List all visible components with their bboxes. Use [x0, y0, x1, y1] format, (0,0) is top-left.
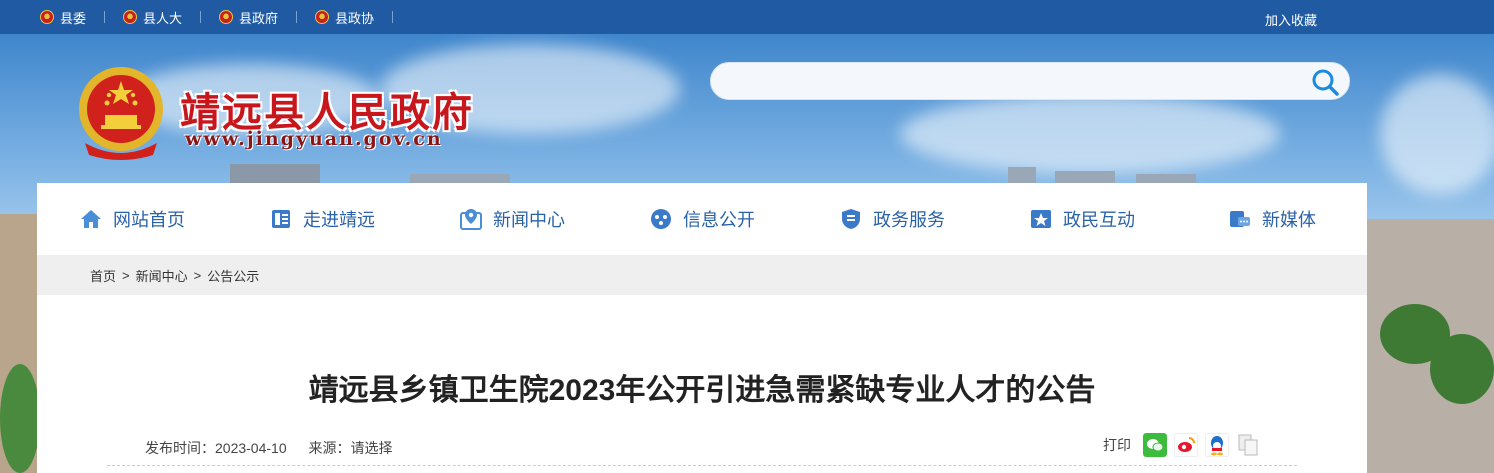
share-bar: 打印	[1103, 433, 1267, 457]
emblem-icon	[315, 10, 330, 24]
info-dots-icon	[651, 209, 671, 229]
top-bar: 县委 县人大 县政府 县政协 加入收藏	[0, 0, 1494, 34]
nav-item-new-media[interactable]: 新媒体	[1177, 183, 1367, 255]
wechat-icon[interactable]	[1143, 433, 1167, 457]
publish-time: 发布时间：2023-04-10	[145, 440, 287, 456]
divider	[104, 11, 106, 23]
search-box	[710, 62, 1350, 100]
breadcrumb-notices[interactable]: 公告公示	[207, 266, 259, 285]
qq-icon[interactable]	[1205, 433, 1229, 457]
breadcrumb: 首页 > 新闻中心 > 公告公示	[37, 255, 1367, 295]
article-source: 来源：请选择	[308, 440, 393, 456]
national-emblem-logo	[79, 67, 163, 160]
divider	[107, 465, 1297, 466]
breadcrumb-separator: >	[193, 267, 202, 283]
media-chat-icon	[1230, 211, 1250, 227]
breadcrumb-separator: >	[122, 267, 130, 283]
divider	[200, 11, 202, 23]
print-link[interactable]: 打印	[1103, 435, 1131, 455]
search-icon[interactable]	[1309, 66, 1341, 98]
add-favorite-link[interactable]: 加入收藏	[1265, 10, 1317, 29]
main-panel: 网站首页 走进靖远 新闻中心 信息公开 政务服务 政民互动 新媒体 首页 > 新…	[37, 183, 1367, 473]
article-title: 靖远县乡镇卫生院2023年公开引进急需紧缺专业人才的公告	[308, 374, 1096, 407]
copy-icon[interactable]	[1236, 433, 1260, 457]
top-links: 县委 县人大 县政府 县政协	[40, 0, 411, 34]
home-icon	[81, 210, 101, 228]
nav-item-interaction[interactable]: 政民互动	[987, 183, 1177, 255]
tree	[0, 364, 40, 473]
nav-item-about[interactable]: 走进靖远	[227, 183, 417, 255]
emblem-icon	[123, 10, 138, 24]
search-input[interactable]	[727, 69, 1307, 95]
article-meta: 发布时间：2023-04-10 来源：请选择	[145, 438, 411, 458]
nav-item-home[interactable]: 网站首页	[37, 183, 227, 255]
map-pin-icon	[460, 209, 482, 230]
star-icon	[1031, 210, 1051, 228]
top-link-peoples-congress[interactable]: 县人大	[123, 8, 182, 27]
breadcrumb-news[interactable]: 新闻中心	[136, 266, 188, 285]
cloud	[1380, 74, 1494, 194]
tree	[1430, 334, 1494, 404]
book-icon	[272, 210, 290, 228]
site-url: www.jingyuan.gov.cn	[185, 128, 443, 150]
emblem-icon	[40, 10, 54, 24]
top-link-cppcc[interactable]: 县政协	[315, 8, 374, 27]
cloud	[900, 94, 1280, 174]
main-nav: 网站首页 走进靖远 新闻中心 信息公开 政务服务 政民互动 新媒体	[37, 183, 1367, 255]
nav-item-services[interactable]: 政务服务	[797, 183, 987, 255]
breadcrumb-home[interactable]: 首页	[90, 266, 116, 285]
divider	[392, 11, 394, 23]
nav-item-news[interactable]: 新闻中心	[417, 183, 607, 255]
service-shield-icon	[842, 209, 860, 229]
building	[230, 164, 320, 184]
top-link-government[interactable]: 县政府	[219, 8, 278, 27]
top-link-county-committee[interactable]: 县委	[40, 8, 86, 27]
weibo-icon[interactable]	[1174, 433, 1198, 457]
emblem-icon	[219, 10, 234, 24]
divider	[296, 11, 298, 23]
nav-item-info-disclosure[interactable]: 信息公开	[607, 183, 797, 255]
